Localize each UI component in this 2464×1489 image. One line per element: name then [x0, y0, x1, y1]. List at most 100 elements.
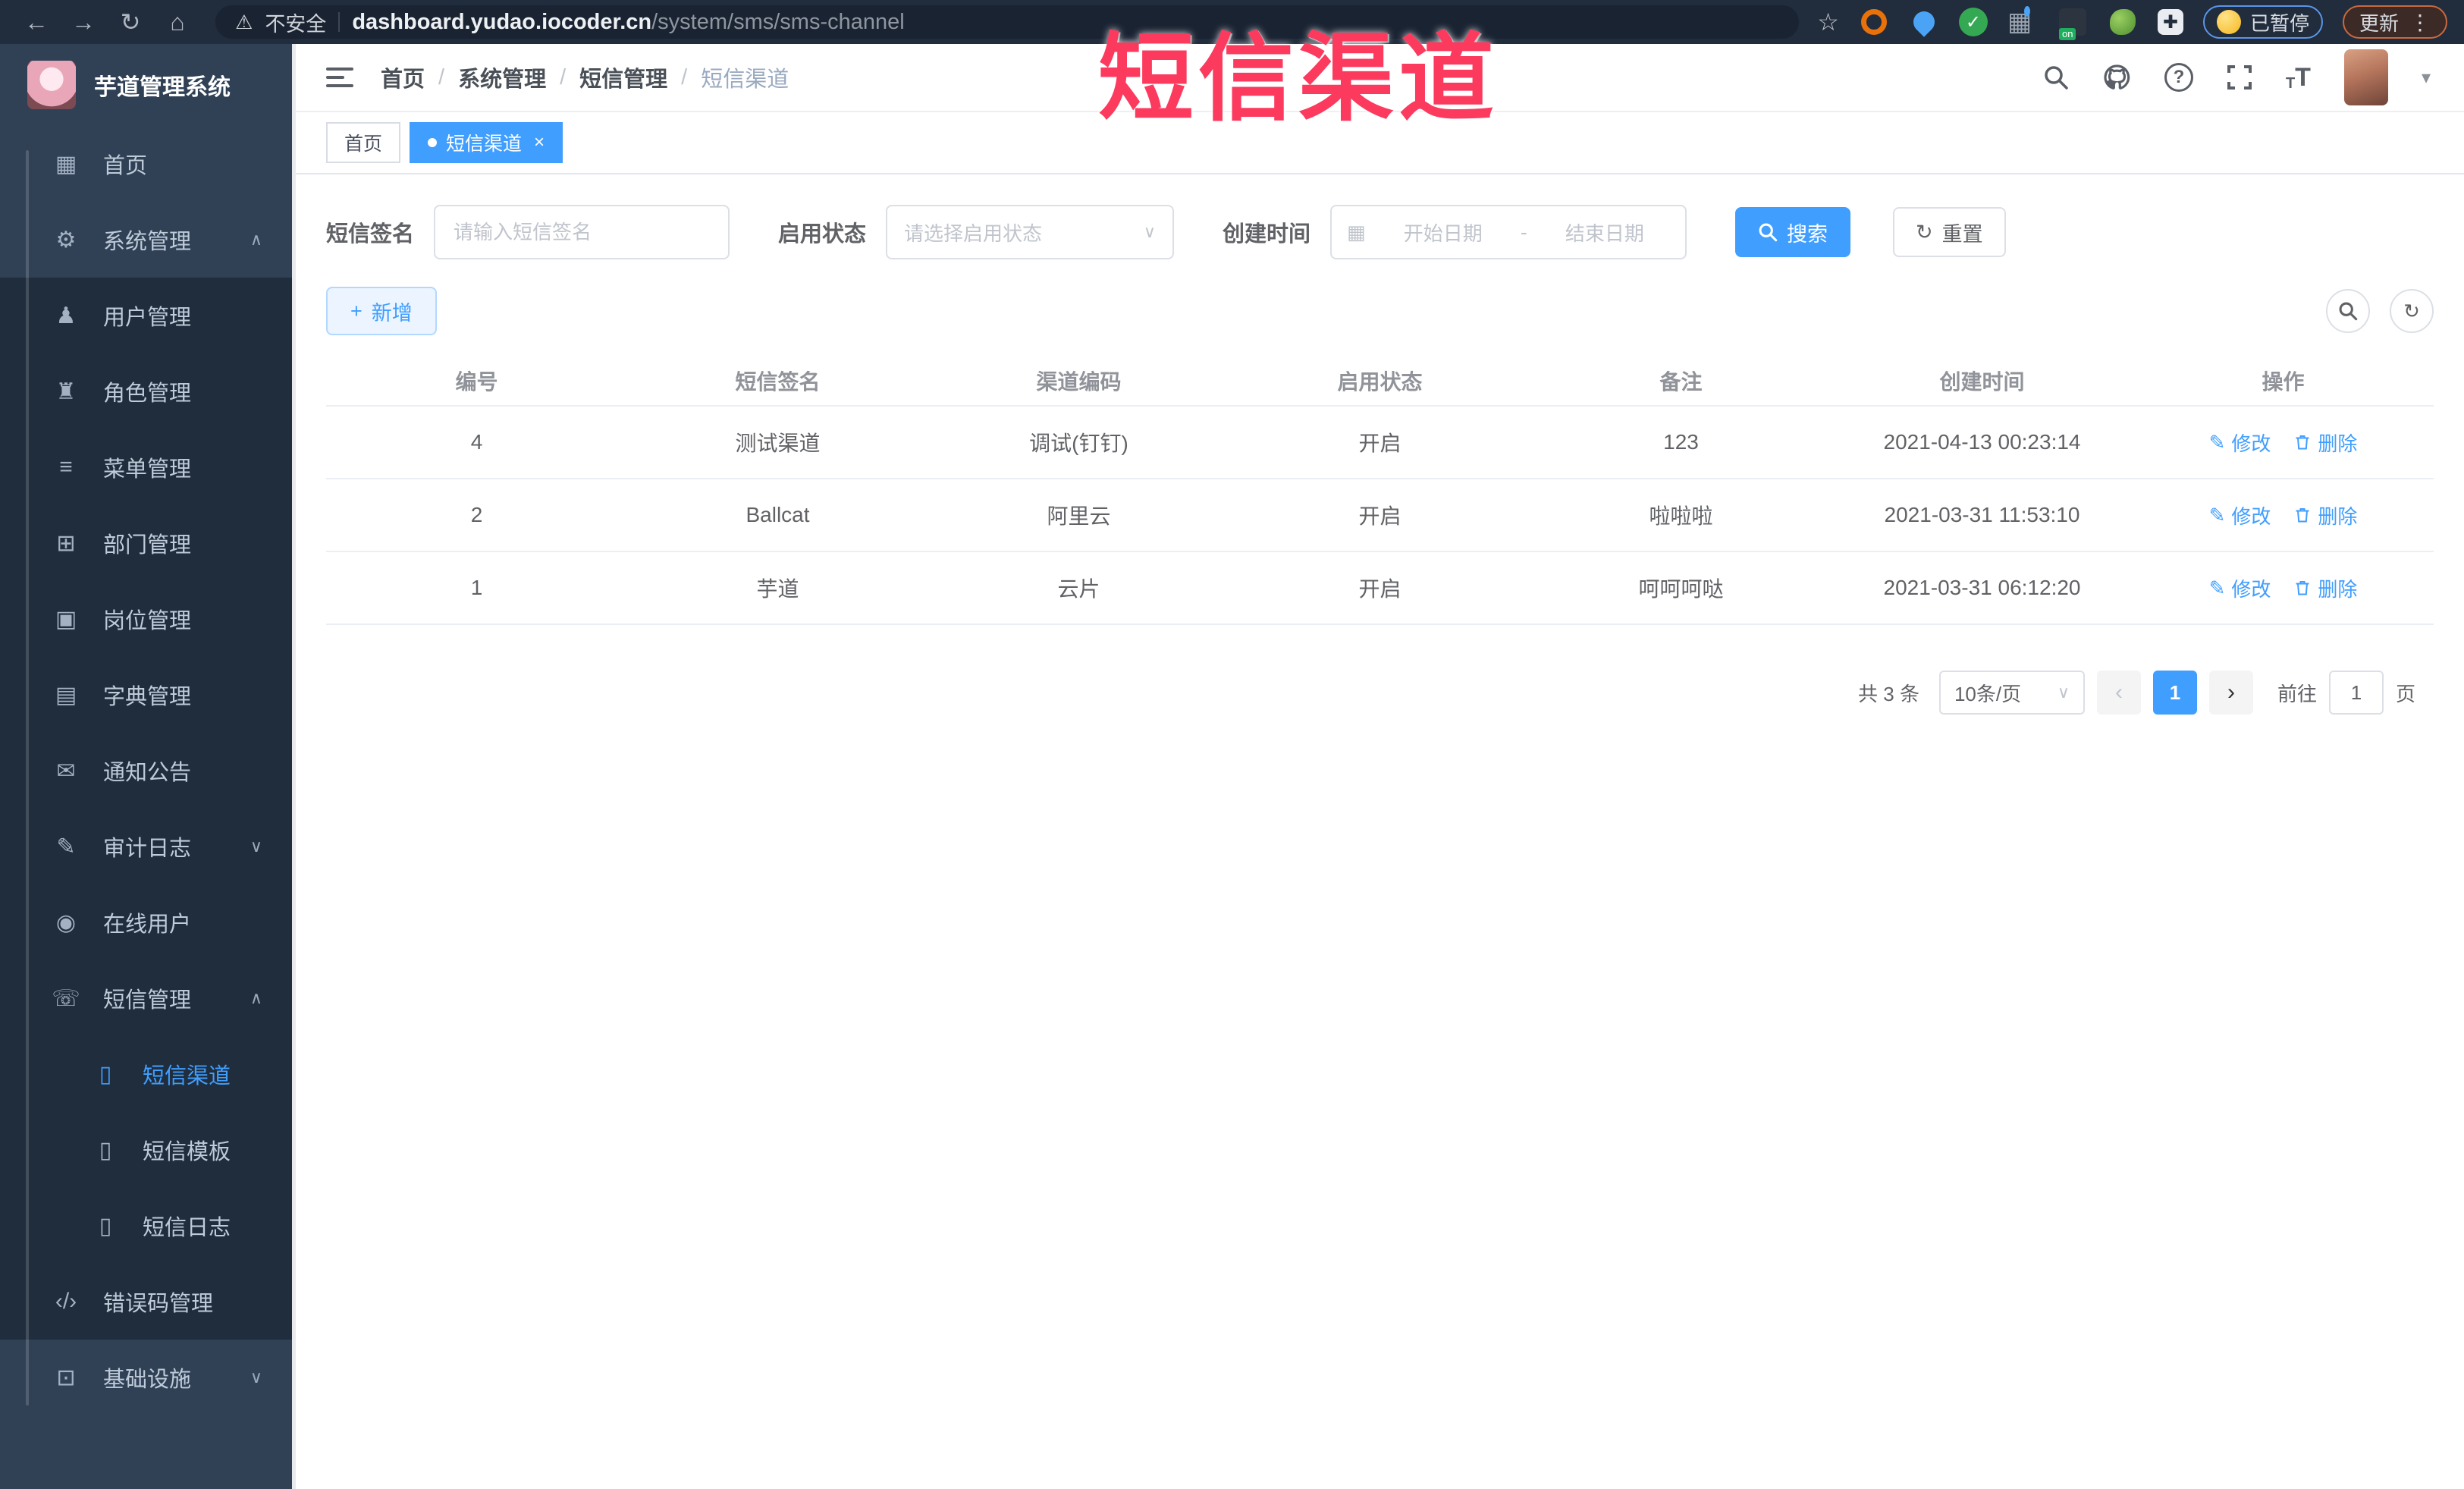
- chevron-down-icon: ∨: [1143, 222, 1157, 241]
- font-size-icon[interactable]: TT: [2286, 63, 2311, 93]
- page-size-value: 10条/页: [1954, 682, 2022, 705]
- add-button[interactable]: + 新增: [326, 287, 437, 335]
- tab-label: 短信渠道: [446, 134, 523, 155]
- update-button[interactable]: 更新 ⋮: [2342, 5, 2447, 39]
- browser-home-icon[interactable]: ⌂: [158, 8, 197, 36]
- sidebar-item[interactable]: ▯ 短信模板: [0, 1112, 296, 1188]
- extension-dark-icon[interactable]: on: [2058, 7, 2088, 40]
- delete-link[interactable]: 删除: [2293, 574, 2357, 602]
- next-page-button[interactable]: ›: [2208, 671, 2253, 715]
- dept-icon: ⊞: [56, 530, 76, 556]
- extension-leaf-icon[interactable]: [2108, 7, 2138, 37]
- breadcrumb-item[interactable]: 短信渠道: [701, 61, 789, 93]
- browser-back-icon[interactable]: ←: [17, 8, 56, 36]
- sidebar-item[interactable]: ▤ 字典管理: [0, 657, 296, 733]
- tab-active[interactable]: 短信渠道 ×: [410, 122, 563, 163]
- table-cell-actions: ✎ 修改 删除: [2133, 574, 2434, 602]
- table-cell: 2021-03-31 11:53:10: [1884, 503, 2080, 526]
- browser-menu-dots-icon[interactable]: ⋮: [2409, 10, 2431, 35]
- breadcrumb-separator: /: [560, 64, 567, 90]
- fullscreen-icon[interactable]: [2227, 64, 2252, 90]
- status-placeholder: 请选择启用状态: [904, 221, 1043, 245]
- help-icon[interactable]: ?: [2164, 63, 2193, 92]
- extension-check-icon[interactable]: ✓: [1958, 8, 1988, 36]
- sidebar-item[interactable]: ✎ 审计日志 ∨: [0, 809, 296, 884]
- tab-bar: 首页 短信渠道 ×: [296, 112, 2464, 174]
- address-bar[interactable]: ⚠ 不安全 dashboard.yudao.iocoder.cn/system/…: [215, 5, 1800, 39]
- table-column-header: 短信签名: [735, 370, 821, 394]
- tab-item[interactable]: 首页: [326, 122, 401, 163]
- table-cell-actions: ✎ 修改 删除: [2133, 501, 2434, 529]
- sign-input[interactable]: [434, 205, 730, 259]
- audit-icon: ✎: [56, 834, 76, 859]
- browser-reload-icon[interactable]: ↻: [111, 8, 150, 36]
- sidebar-item[interactable]: ▯ 短信渠道: [0, 1036, 296, 1112]
- sidebar-item[interactable]: ⊡ 基础设施 ∨: [0, 1340, 296, 1415]
- table-cell: 2021-04-13 00:23:14: [1883, 430, 2081, 454]
- extension-pin-icon[interactable]: [1909, 7, 1939, 37]
- sidebar-item[interactable]: ‹/› 错误码管理: [0, 1264, 296, 1340]
- menu-icon: ≡: [59, 454, 73, 479]
- delete-link[interactable]: 删除: [2293, 501, 2357, 529]
- refresh-table-icon[interactable]: ↻: [2390, 289, 2434, 333]
- sidebar-item[interactable]: ▯ 短信日志: [0, 1188, 296, 1264]
- edit-link[interactable]: ✎ 修改: [2209, 429, 2271, 457]
- table-cell: Ballcat: [745, 503, 810, 526]
- sidebar-item[interactable]: ♜ 角色管理: [0, 353, 296, 429]
- browser-forward-icon[interactable]: →: [64, 8, 103, 36]
- tab-active-dot-icon: [428, 138, 438, 147]
- current-page-button[interactable]: 1: [2152, 671, 2197, 715]
- sidebar-item-label: 岗位管理: [103, 609, 192, 633]
- breadcrumb-item[interactable]: 首页: [381, 61, 425, 93]
- sidebar-item[interactable]: ▦ 首页: [0, 126, 296, 202]
- bookmark-star-icon[interactable]: ☆: [1817, 8, 1839, 36]
- prev-page-button[interactable]: ‹: [2096, 671, 2141, 715]
- search-button[interactable]: 搜索: [1735, 207, 1851, 257]
- reset-button[interactable]: ↻ 重置: [1893, 207, 2006, 257]
- sidebar-item[interactable]: ⊞ 部门管理: [0, 505, 296, 581]
- code-icon: ‹/›: [55, 1289, 77, 1314]
- goto-page-input[interactable]: [2328, 671, 2384, 715]
- edit-link[interactable]: ✎ 修改: [2209, 574, 2271, 602]
- edit-link[interactable]: ✎ 修改: [2209, 501, 2271, 529]
- sidebar-item[interactable]: ☏ 短信管理 ∧: [0, 960, 296, 1036]
- table-row: 2 Ballcat 阿里云 开启 啦啦啦 2021-03-31 11:53:10 ✎ 修改 删除: [326, 479, 2434, 552]
- page-size-select[interactable]: 10条/页 ∨: [1938, 671, 2085, 715]
- chevron-up-icon: ∧: [250, 988, 262, 1007]
- sidebar-item-label: 短信日志: [143, 1216, 231, 1240]
- paused-badge[interactable]: 已暂停: [2202, 5, 2323, 39]
- not-secure-label: 不安全: [265, 12, 327, 36]
- extensions-puzzle-icon[interactable]: ✚: [2157, 9, 2183, 35]
- github-icon[interactable]: [2102, 63, 2131, 92]
- edit-icon: ✎: [2208, 430, 2226, 454]
- sidebar-item-label: 短信管理: [103, 988, 192, 1013]
- table-cell: 123: [1663, 430, 1699, 454]
- goto-label: 前往: [2277, 682, 2317, 705]
- search-button-label: 搜索: [1787, 222, 1828, 246]
- delete-link[interactable]: 删除: [2293, 429, 2357, 457]
- extension-grid-icon[interactable]: ▦: [2007, 6, 2038, 37]
- sidebar-item[interactable]: ≡ 菜单管理: [0, 429, 296, 505]
- status-select[interactable]: 请选择启用状态 ∨: [886, 205, 1175, 259]
- sidebar-item[interactable]: ◉ 在线用户: [0, 884, 296, 960]
- user-avatar[interactable]: [2343, 49, 2388, 105]
- sidebar-collapse-icon[interactable]: [326, 66, 353, 89]
- table-cell: 芋道: [756, 577, 799, 601]
- table-cell: 啦啦啦: [1649, 504, 1713, 528]
- browser-toolbar: ← → ↻ ⌂ ⚠ 不安全 dashboard.yudao.iocoder.cn…: [0, 0, 2464, 44]
- user-menu-caret-icon[interactable]: ▾: [2422, 67, 2431, 89]
- header-search-icon[interactable]: [2043, 64, 2069, 90]
- browser-extensions-area: ☆ ✓ ▦ on ✚ 已暂停 更新 ⋮: [1817, 5, 2447, 40]
- date-range-picker[interactable]: ▦ 开始日期 - 结束日期: [1330, 205, 1687, 259]
- sidebar-item[interactable]: ⚙ 系统管理 ∧: [0, 202, 296, 278]
- sidebar-item[interactable]: ▣ 岗位管理: [0, 581, 296, 657]
- trash-icon: [2293, 579, 2312, 597]
- breadcrumb-item[interactable]: 短信管理: [579, 61, 667, 93]
- sidebar-item[interactable]: ✉ 通知公告: [0, 733, 296, 809]
- extension-orange-icon[interactable]: [1859, 7, 1889, 37]
- breadcrumb-item[interactable]: 系统管理: [458, 61, 546, 93]
- toggle-search-icon[interactable]: [2326, 289, 2370, 333]
- sidebar-item[interactable]: ♟ 用户管理: [0, 278, 296, 353]
- close-icon[interactable]: ×: [534, 132, 545, 153]
- table-cell: 呵呵呵哒: [1638, 577, 1724, 601]
